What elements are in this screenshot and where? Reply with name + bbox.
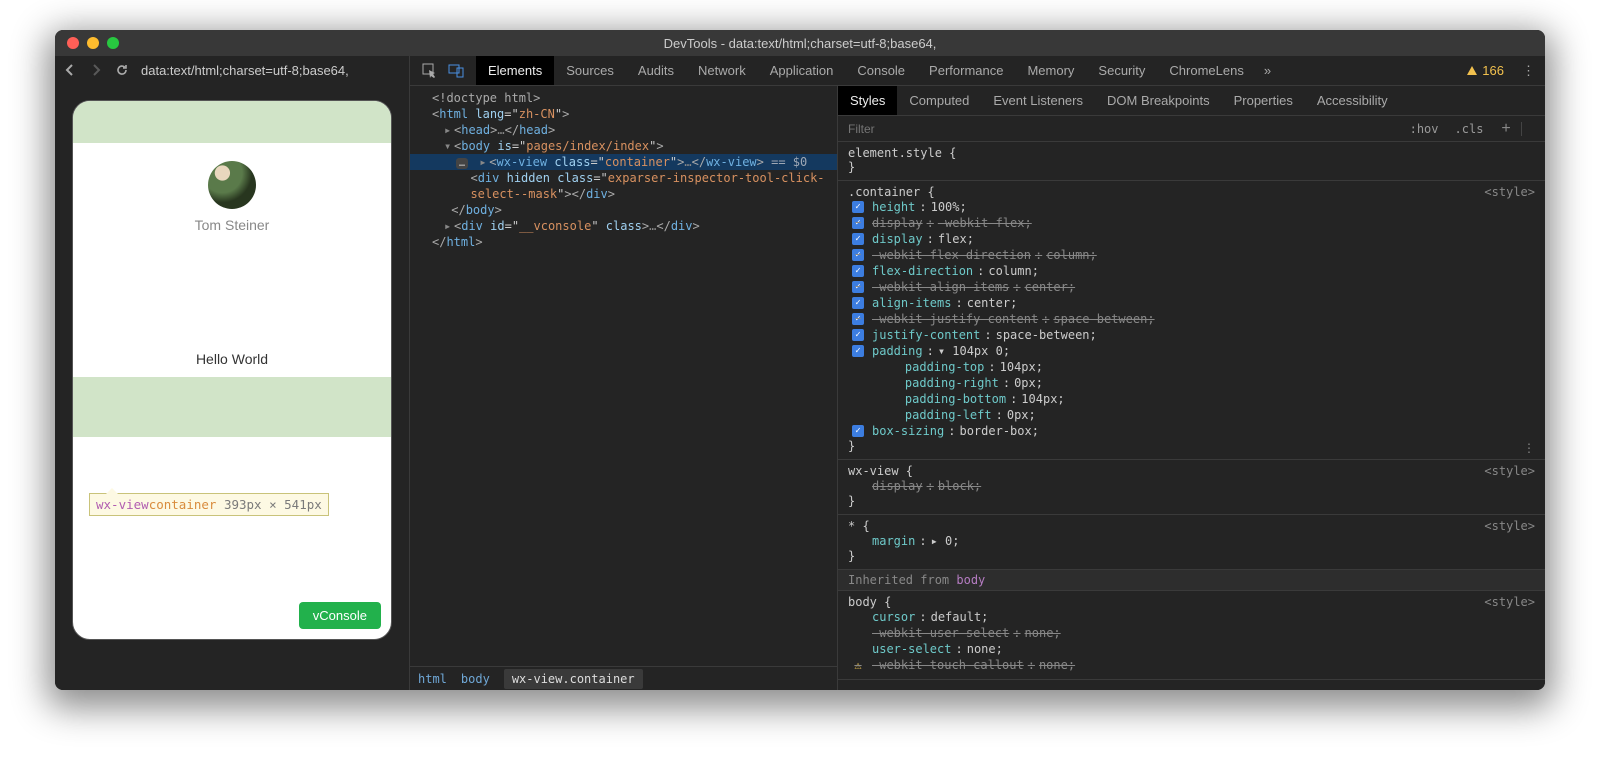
zoom-icon[interactable] bbox=[107, 37, 119, 49]
device-frame: Tom Steiner Hello World wx-viewcontainer… bbox=[72, 100, 392, 640]
window-body: data:text/html;charset=utf-8;base64, Tom… bbox=[55, 56, 1545, 690]
device-wrap: Tom Steiner Hello World wx-viewcontainer… bbox=[55, 84, 409, 690]
forward-icon[interactable] bbox=[89, 63, 103, 77]
styletab-properties[interactable]: Properties bbox=[1222, 86, 1305, 115]
dom-line[interactable]: <html lang="zh-CN"> bbox=[410, 106, 837, 122]
new-rule-icon[interactable]: + bbox=[1491, 120, 1520, 138]
style-tabs: StylesComputedEvent ListenersDOM Breakpo… bbox=[838, 86, 1545, 116]
dom-line[interactable]: </html> bbox=[410, 234, 837, 250]
rules-list[interactable]: element.style {}<style>.container {✓heig… bbox=[838, 142, 1545, 690]
vconsole-button[interactable]: vConsole bbox=[299, 602, 381, 629]
elements-panel: <!doctype html><html lang="zh-CN">▸<head… bbox=[410, 86, 838, 690]
checkbox-icon[interactable]: ✓ bbox=[852, 233, 864, 245]
css-rule[interactable]: <style>body {cursor: default;-webkit-use… bbox=[838, 591, 1545, 680]
traffic-lights bbox=[55, 37, 119, 49]
hello-text: Hello World bbox=[73, 347, 391, 377]
styletab-styles[interactable]: Styles bbox=[838, 86, 897, 115]
styles-panel: StylesComputedEvent ListenersDOM Breakpo… bbox=[838, 86, 1545, 690]
devtools-window: DevTools - data:text/html;charset=utf-8;… bbox=[55, 30, 1545, 690]
dom-line[interactable]: ▾<body is="pages/index/index"> bbox=[410, 138, 837, 154]
back-icon[interactable] bbox=[63, 63, 77, 77]
dom-line[interactable]: ▸<div id="__vconsole" class>…</div> bbox=[410, 218, 837, 234]
devtools-panel: ElementsSourcesAuditsNetworkApplicationC… bbox=[410, 56, 1545, 690]
tooltip-dims: 393px × 541px bbox=[224, 497, 322, 512]
more-tabs-icon[interactable]: » bbox=[1256, 63, 1279, 78]
reload-icon[interactable] bbox=[115, 63, 129, 77]
breadcrumb-item[interactable]: html bbox=[418, 672, 447, 686]
username-label: Tom Steiner bbox=[73, 217, 391, 233]
styletab-event-listeners[interactable]: Event Listeners bbox=[981, 86, 1095, 115]
dom-line[interactable]: ▸<head>…</head> bbox=[410, 122, 837, 138]
tab-network[interactable]: Network bbox=[686, 56, 758, 85]
scrollbar-icon bbox=[1521, 122, 1545, 136]
close-icon[interactable] bbox=[67, 37, 79, 49]
checkbox-icon[interactable]: ✓ bbox=[852, 249, 864, 261]
tab-security[interactable]: Security bbox=[1086, 56, 1157, 85]
profile-section: Tom Steiner bbox=[73, 143, 391, 239]
dom-line[interactable]: <div hidden class="exparser-inspector-to… bbox=[410, 170, 837, 186]
css-rule[interactable]: <style>wx-view {display: block;} bbox=[838, 460, 1545, 515]
checkbox-icon[interactable]: ✓ bbox=[852, 281, 864, 293]
warning-icon: ⚠ bbox=[852, 657, 864, 673]
inherited-header: Inherited from body bbox=[838, 570, 1545, 591]
checkbox-icon[interactable]: ✓ bbox=[852, 297, 864, 309]
element-tooltip: wx-viewcontainer 393px × 541px bbox=[89, 493, 329, 516]
checkbox-icon[interactable]: ✓ bbox=[852, 313, 864, 325]
css-rule[interactable]: element.style {} bbox=[838, 142, 1545, 181]
device-panel: data:text/html;charset=utf-8;base64, Tom… bbox=[55, 56, 410, 690]
css-rule[interactable]: <style>.container {✓height: 100%;✓displa… bbox=[838, 181, 1545, 460]
tab-application[interactable]: Application bbox=[758, 56, 846, 85]
tab-audits[interactable]: Audits bbox=[626, 56, 686, 85]
hov-button[interactable]: :hov bbox=[1402, 122, 1447, 136]
mid-row: <!doctype html><html lang="zh-CN">▸<head… bbox=[410, 86, 1545, 690]
avatar bbox=[208, 161, 256, 209]
kebab-icon[interactable]: ⋮ bbox=[1523, 441, 1535, 455]
checkbox-icon[interactable]: ✓ bbox=[852, 425, 864, 437]
kebab-menu-icon[interactable]: ⋮ bbox=[1512, 63, 1545, 79]
dom-line[interactable]: select--mask"></div> bbox=[410, 186, 837, 202]
device-toggle-icon[interactable] bbox=[448, 63, 464, 79]
main-tabs: ElementsSourcesAuditsNetworkApplicationC… bbox=[410, 56, 1545, 86]
url-text: data:text/html;charset=utf-8;base64, bbox=[141, 63, 349, 78]
dom-tree[interactable]: <!doctype html><html lang="zh-CN">▸<head… bbox=[410, 86, 837, 666]
warning-count: 166 bbox=[1482, 63, 1504, 78]
checkbox-icon[interactable]: ✓ bbox=[852, 345, 864, 357]
app-viewport: Tom Steiner Hello World bbox=[73, 101, 391, 639]
green-band bbox=[73, 377, 391, 437]
dom-line[interactable]: <!doctype html> bbox=[410, 90, 837, 106]
tab-performance[interactable]: Performance bbox=[917, 56, 1015, 85]
titlebar: DevTools - data:text/html;charset=utf-8;… bbox=[55, 30, 1545, 56]
filter-input[interactable] bbox=[838, 122, 1402, 136]
tooltip-class: container bbox=[149, 497, 217, 512]
inspect-icon[interactable] bbox=[422, 63, 438, 79]
dom-line[interactable]: … ▸<wx-view class="container">…</wx-view… bbox=[410, 154, 837, 170]
tooltip-tag: wx-view bbox=[96, 497, 149, 512]
window-title: DevTools - data:text/html;charset=utf-8;… bbox=[55, 36, 1545, 51]
styletab-accessibility[interactable]: Accessibility bbox=[1305, 86, 1400, 115]
breadcrumb-item[interactable]: wx-view.container bbox=[504, 669, 643, 689]
breadcrumb: html body wx-view.container bbox=[410, 666, 837, 690]
browser-toolbar: data:text/html;charset=utf-8;base64, bbox=[55, 56, 409, 84]
checkbox-icon[interactable]: ✓ bbox=[852, 201, 864, 213]
tab-memory[interactable]: Memory bbox=[1015, 56, 1086, 85]
warnings-badge[interactable]: 166 bbox=[1466, 63, 1512, 78]
tab-elements[interactable]: Elements bbox=[476, 56, 554, 85]
checkbox-icon[interactable]: ✓ bbox=[852, 265, 864, 277]
breadcrumb-item[interactable]: body bbox=[461, 672, 490, 686]
styletab-dom-breakpoints[interactable]: DOM Breakpoints bbox=[1095, 86, 1222, 115]
tab-sources[interactable]: Sources bbox=[554, 56, 626, 85]
dom-line[interactable]: </body> bbox=[410, 202, 837, 218]
filter-row: :hov .cls + bbox=[838, 116, 1545, 142]
checkbox-icon[interactable]: ✓ bbox=[852, 217, 864, 229]
status-bar bbox=[73, 101, 391, 143]
tab-console[interactable]: Console bbox=[845, 56, 917, 85]
tab-chromelens[interactable]: ChromeLens bbox=[1157, 56, 1255, 85]
css-rule[interactable]: <style>* {margin: ▸ 0;} bbox=[838, 515, 1545, 570]
checkbox-icon[interactable]: ✓ bbox=[852, 329, 864, 341]
cls-button[interactable]: .cls bbox=[1447, 122, 1492, 136]
styletab-computed[interactable]: Computed bbox=[897, 86, 981, 115]
spacer bbox=[73, 239, 391, 347]
minimize-icon[interactable] bbox=[87, 37, 99, 49]
